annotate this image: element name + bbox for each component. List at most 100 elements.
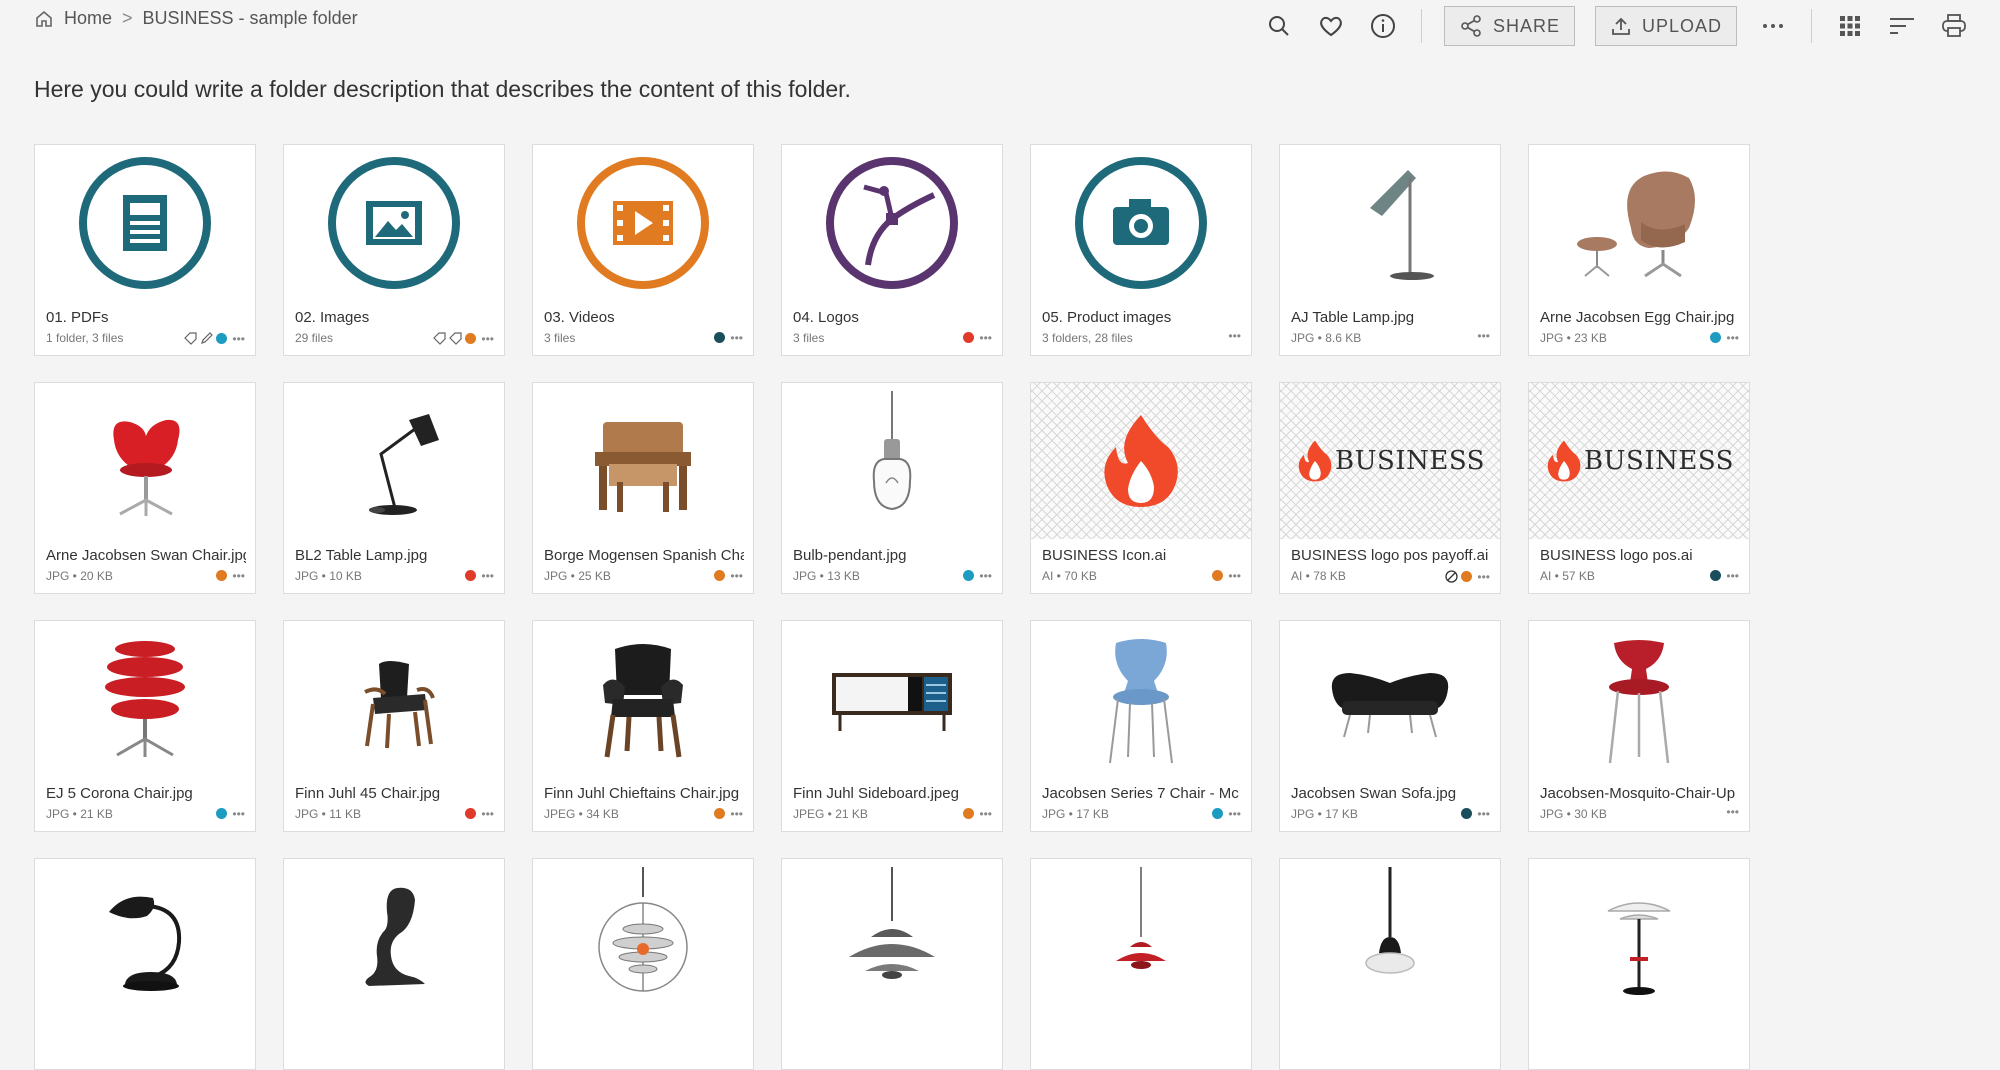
card-name: 01. PDFs [46, 309, 109, 326]
asset-card-bl2-table-lamp[interactable]: BL2 Table Lamp.jpg JPG • 10 KB ••• [283, 382, 505, 594]
breadcrumb-home[interactable]: Home [64, 8, 112, 29]
card-name: Arne Jacobsen Swan Chair.jpg [46, 547, 246, 564]
logo-folder-icon [782, 145, 1002, 301]
asset-card-sideboard[interactable]: Finn Juhl Sideboard.jpeg JPEG • 21 KB ••… [781, 620, 1003, 832]
card-more-icon[interactable]: ••• [232, 808, 245, 820]
card-name: 02. Images [295, 309, 370, 326]
card-badges: ••• [184, 332, 245, 345]
card-more-icon[interactable]: ••• [1228, 808, 1241, 820]
search-icon[interactable] [1253, 8, 1305, 44]
card-badges: ••• [1445, 570, 1490, 583]
card-badges: ••• [1461, 808, 1490, 820]
folder-card-pdfs[interactable]: 01. PDFs 1 folder, 3 files ••• [34, 144, 256, 356]
upload-button[interactable]: UPLOAD [1594, 6, 1737, 46]
card-name: Jacobsen Swan Sofa.jpg [1291, 785, 1457, 802]
asset-card-white-pendant[interactable] [1279, 858, 1501, 1070]
asset-card-chieftain-chair[interactable]: Finn Juhl Chieftains Chair.jpg JPEG • 34… [532, 620, 754, 832]
card-more-icon[interactable]: ••• [979, 808, 992, 820]
asset-card-juhl-45-chair[interactable]: Finn Juhl 45 Chair.jpg JPG • 11 KB ••• [283, 620, 505, 832]
folder-card-images[interactable]: 02. Images 29 files ••• [283, 144, 505, 356]
card-name: 05. Product images [1042, 309, 1172, 326]
card-name: Bulb-pendant.jpg [793, 547, 907, 564]
grid-view-icon[interactable] [1824, 8, 1876, 44]
breadcrumb-separator: > [122, 8, 133, 28]
asset-card-spanish-chair[interactable]: Borge Mogensen Spanish Chair.jpg JPG • 2… [532, 382, 754, 594]
spanish-chair-image [533, 383, 753, 539]
asset-card-business-logo[interactable]: BUSINESS BUSINESS logo pos.ai AI • 57 KB… [1528, 382, 1750, 594]
asset-card-corona-chair[interactable]: EJ 5 Corona Chair.jpg JPG • 21 KB ••• [34, 620, 256, 832]
asset-card-red-pendant[interactable] [1030, 858, 1252, 1070]
camera-folder-icon [1031, 145, 1251, 301]
card-meta: 1 folder, 3 files [46, 331, 124, 345]
asset-card-ph5-pendant[interactable] [781, 858, 1003, 1070]
card-name: BL2 Table Lamp.jpg [295, 547, 428, 564]
asset-card-series7-chair[interactable]: Jacobsen Series 7 Chair - Mc JPG • 17 KB… [1030, 620, 1252, 832]
card-more-icon[interactable]: ••• [232, 333, 245, 345]
asset-card-aj-table-lamp[interactable]: AJ Table Lamp.jpg JPG • 8.6 KB ••• [1279, 144, 1501, 356]
card-badges: ••• [465, 570, 494, 582]
business-logo-image: BUSINESS [1529, 383, 1749, 539]
status-dot [714, 570, 726, 581]
folder-card-logos[interactable]: 04. Logos 3 files ••• [781, 144, 1003, 356]
asset-card-floor-lamp[interactable] [1528, 858, 1750, 1070]
card-more-icon[interactable]: ••• [1228, 330, 1241, 342]
card-more-icon[interactable]: ••• [979, 332, 992, 344]
card-meta: AI • 78 KB [1291, 569, 1346, 583]
card-more-icon[interactable]: ••• [730, 808, 743, 820]
asset-card-swan-sofa[interactable]: Jacobsen Swan Sofa.jpg JPG • 17 KB ••• [1279, 620, 1501, 832]
panton-chair-image [284, 859, 504, 1015]
card-more-icon[interactable]: ••• [481, 808, 494, 820]
folder-card-product-images[interactable]: 05. Product images 3 folders, 28 files •… [1030, 144, 1252, 356]
asset-card-egg-chair[interactable]: Arne Jacobsen Egg Chair.jpg JPG • 23 KB … [1528, 144, 1750, 356]
card-more-icon[interactable]: ••• [1726, 332, 1739, 344]
home-icon[interactable] [34, 9, 54, 29]
card-name: 04. Logos [793, 309, 859, 326]
card-meta: 29 files [295, 331, 334, 345]
more-options-icon[interactable] [1747, 8, 1799, 44]
card-more-icon[interactable]: ••• [232, 570, 245, 582]
card-more-icon[interactable]: ••• [1726, 806, 1739, 818]
asset-card-swan-chair[interactable]: Arne Jacobsen Swan Chair.jpg JPG • 20 KB… [34, 382, 256, 594]
ph5-pendant-image [782, 859, 1002, 1015]
asset-card-mosquito-chair[interactable]: Jacobsen-Mosquito-Chair-Up JPG • 30 KB •… [1528, 620, 1750, 832]
card-more-icon[interactable]: ••• [1477, 330, 1490, 342]
card-name: EJ 5 Corona Chair.jpg [46, 785, 193, 802]
card-more-icon[interactable]: ••• [730, 570, 743, 582]
card-more-icon[interactable]: ••• [1726, 570, 1739, 582]
card-name: Jacobsen-Mosquito-Chair-Up [1540, 785, 1736, 802]
status-dot [216, 570, 228, 581]
status-dot [1461, 571, 1473, 582]
print-icon[interactable] [1928, 8, 1980, 44]
sort-icon[interactable] [1876, 8, 1928, 44]
juhl-45-chair-image [284, 621, 504, 777]
card-name: 03. Videos [544, 309, 615, 326]
heart-icon[interactable] [1305, 8, 1357, 44]
asset-card-globe-pendant[interactable] [532, 858, 754, 1070]
asset-card-business-icon[interactable]: BUSINESS Icon.ai AI • 70 KB ••• [1030, 382, 1252, 594]
share-button[interactable]: SHARE [1443, 6, 1575, 46]
toolbar: SHARE UPLOAD [1253, 6, 1980, 46]
pdf-folder-icon [35, 145, 255, 301]
card-more-icon[interactable]: ••• [1477, 808, 1490, 820]
card-badges: ••• [1226, 330, 1241, 342]
status-dot [1212, 570, 1224, 581]
card-more-icon[interactable]: ••• [1228, 570, 1241, 582]
info-icon[interactable] [1357, 8, 1409, 44]
folder-card-videos[interactable]: 03. Videos 3 files ••• [532, 144, 754, 356]
asset-card-kaiser-lamp[interactable] [34, 858, 256, 1070]
asset-card-panton-chair[interactable] [283, 858, 505, 1070]
kaiser-lamp-image [35, 859, 255, 1015]
business-wordmark: BUSINESS [1584, 446, 1734, 476]
card-more-icon[interactable]: ••• [1477, 571, 1490, 583]
card-badges: ••• [714, 570, 743, 582]
asset-card-business-logo-payoff[interactable]: BUSINESS BUSINESS logo pos payoff.ai AI … [1279, 382, 1501, 594]
card-more-icon[interactable]: ••• [481, 570, 494, 582]
sideboard-image [782, 621, 1002, 777]
card-name: BUSINESS Icon.ai [1042, 547, 1167, 564]
card-more-icon[interactable]: ••• [979, 570, 992, 582]
card-badges: ••• [963, 808, 992, 820]
card-more-icon[interactable]: ••• [481, 333, 494, 345]
asset-card-bulb-pendant[interactable]: Bulb-pendant.jpg JPG • 13 KB ••• [781, 382, 1003, 594]
card-more-icon[interactable]: ••• [730, 332, 743, 344]
card-badges: ••• [714, 808, 743, 820]
